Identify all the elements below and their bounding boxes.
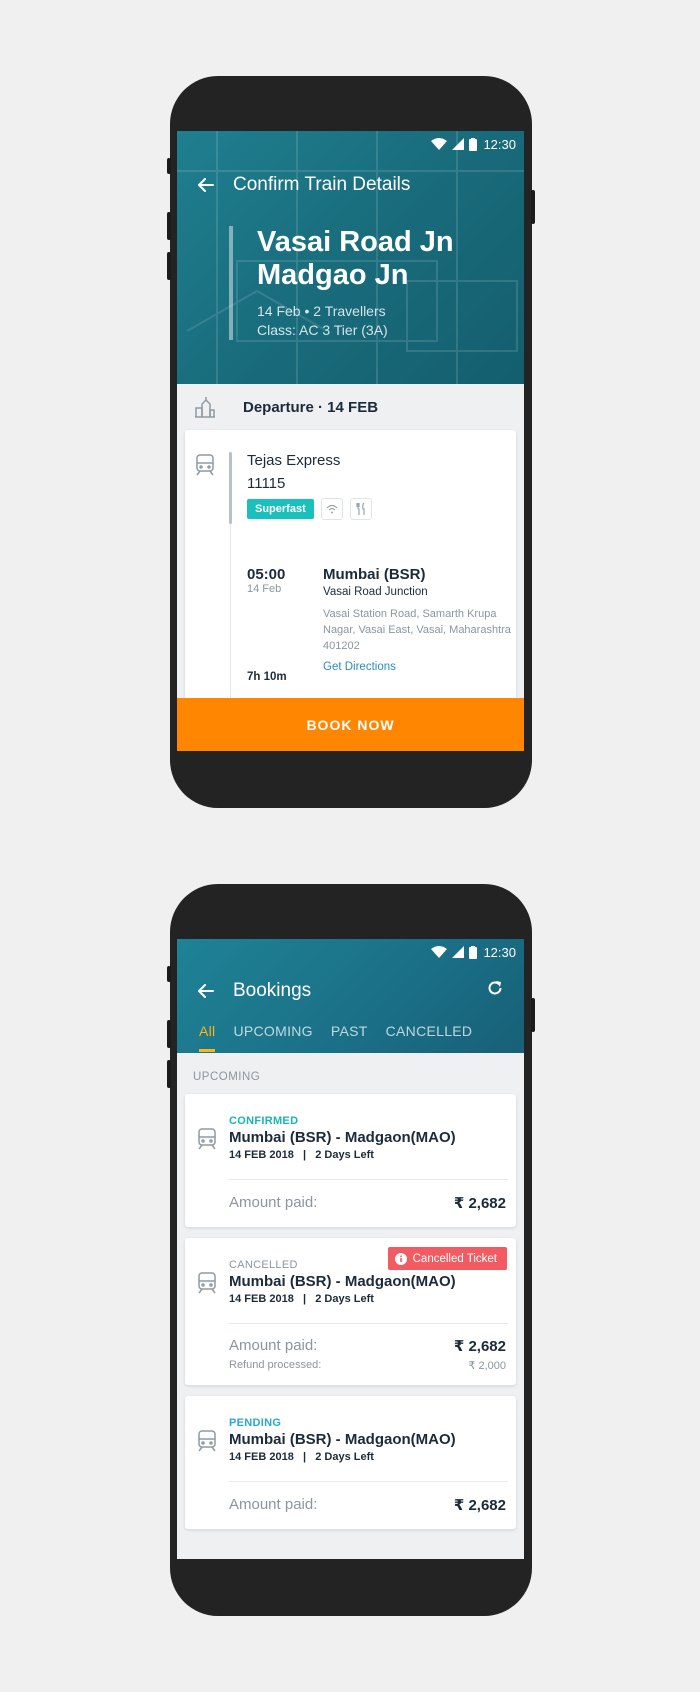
cancelled-ticket-badge: Cancelled Ticket: [387, 1247, 507, 1270]
tab-cancelled[interactable]: CANCELLED: [386, 1015, 473, 1052]
confirm-train-screen: 12:30 Confirm Train Details Vasai Road J…: [177, 131, 524, 751]
booking-date-info: 14 FEB 2018 | 2 Days Left: [229, 1149, 374, 1161]
phone-frame-bookings: 12:30 Bookings All UPCOMING PAST CANCELL…: [167, 884, 535, 1616]
departure-header: Departure · 14 FEB: [177, 385, 524, 429]
section-label: UPCOMING: [193, 1071, 261, 1083]
app-bar: Confirm Train Details: [177, 167, 524, 203]
departure-time: 05:00: [247, 566, 286, 583]
station-address: Vasai Station Road, Samarth Krupa Nagar,…: [323, 608, 511, 652]
page-title: Bookings: [233, 980, 312, 1001]
booking-status: CONFIRMED: [229, 1115, 299, 1127]
booking-card-pending[interactable]: PENDING Mumbai (BSR) - Madgaon(MAO) 14 F…: [185, 1396, 516, 1529]
timeline-marker: [229, 452, 232, 524]
train-number: 11115: [247, 475, 286, 492]
superfast-badge: Superfast: [247, 499, 314, 519]
departure-date: 14 Feb: [247, 583, 282, 595]
back-arrow-icon[interactable]: [193, 172, 219, 198]
route-summary: Vasai Road Jn Madgao Jn 14 Feb • 2 Trave…: [229, 226, 454, 340]
trip-info: 14 Feb • 2 Travellers: [257, 303, 386, 319]
route-destination: Madgao Jn: [257, 259, 409, 291]
battery-icon: [469, 945, 478, 959]
amount-label: Amount paid:: [229, 1496, 318, 1513]
wifi-signal-icon: [431, 138, 448, 150]
booking-tabs: All UPCOMING PAST CANCELLED: [199, 1015, 490, 1052]
bookings-screen: 12:30 Bookings All UPCOMING PAST CANCELL…: [177, 939, 524, 1559]
route-origin: Vasai Road Jn: [257, 226, 454, 258]
wifi-signal-icon: [431, 946, 448, 958]
cancelled-badge-label: Cancelled Ticket: [412, 1252, 497, 1265]
wifi-icon: [320, 498, 343, 520]
get-directions-link[interactable]: Get Directions: [323, 661, 396, 673]
cell-signal-icon: [452, 138, 465, 150]
timeline-line: [230, 524, 231, 714]
refund-amount: ₹ 2,000: [468, 1360, 506, 1372]
booking-date-info: 14 FEB 2018 | 2 Days Left: [229, 1451, 374, 1463]
station-building-icon: [195, 397, 215, 418]
amount-value: ₹ 2,682: [453, 1195, 506, 1212]
food-icon: [349, 498, 372, 520]
booking-route: Mumbai (BSR) - Madgaon(MAO): [229, 1431, 456, 1448]
departure-title: Departure · 14 FEB: [243, 398, 379, 416]
train-name: Tejas Express: [247, 452, 341, 469]
cell-signal-icon: [452, 946, 465, 958]
amount-value: ₹ 2,682: [453, 1338, 506, 1355]
status-bar: 12:30: [177, 131, 524, 157]
booking-status: CANCELLED: [229, 1259, 298, 1271]
phone-frame-confirm: 12:30 Confirm Train Details Vasai Road J…: [167, 76, 535, 808]
book-now-button[interactable]: BOOK NOW: [177, 698, 524, 751]
amount-value: ₹ 2,682: [453, 1497, 506, 1514]
journey-duration: 7h 10m: [247, 671, 287, 683]
status-time: 12:30: [483, 944, 516, 960]
train-icon: [198, 1430, 216, 1452]
class-info: Class: AC 3 Tier (3A): [257, 322, 388, 338]
battery-icon: [469, 137, 478, 151]
refund-label: Refund processed:: [229, 1359, 322, 1371]
tab-past[interactable]: PAST: [331, 1015, 368, 1052]
bookings-header: 12:30 Bookings All UPCOMING PAST CANCELL…: [177, 939, 524, 1053]
divider: [229, 1323, 508, 1324]
tab-upcoming[interactable]: UPCOMING: [233, 1015, 312, 1052]
train-icon: [196, 454, 214, 476]
amount-label: Amount paid:: [229, 1194, 318, 1211]
booking-status: PENDING: [229, 1417, 282, 1429]
train-card: Tejas Express 11115 Superfast 05:00 14 F…: [185, 430, 516, 714]
back-arrow-icon[interactable]: [193, 978, 219, 1004]
booking-card-cancelled[interactable]: Cancelled Ticket CANCELLED Mumbai (BSR) …: [185, 1238, 516, 1385]
divider: [229, 1179, 508, 1180]
train-icon: [198, 1128, 216, 1150]
train-tags: Superfast: [247, 498, 372, 520]
page-title: Confirm Train Details: [233, 174, 411, 195]
station-name: Vasai Road Junction: [323, 586, 428, 598]
hero-header: 12:30 Confirm Train Details Vasai Road J…: [177, 131, 524, 384]
booking-route: Mumbai (BSR) - Madgaon(MAO): [229, 1273, 456, 1290]
station-code: Mumbai (BSR): [323, 566, 426, 583]
info-icon: [394, 1252, 407, 1265]
booking-route: Mumbai (BSR) - Madgaon(MAO): [229, 1129, 456, 1146]
train-icon: [198, 1272, 216, 1294]
divider: [229, 1481, 508, 1482]
app-bar: Bookings: [177, 973, 524, 1009]
tab-all[interactable]: All: [199, 1015, 216, 1052]
status-time: 12:30: [483, 136, 516, 152]
amount-label: Amount paid:: [229, 1337, 318, 1354]
booking-card-confirmed[interactable]: CONFIRMED Mumbai (BSR) - Madgaon(MAO) 14…: [185, 1094, 516, 1227]
status-bar: 12:30: [177, 939, 524, 965]
booking-date-info: 14 FEB 2018 | 2 Days Left: [229, 1293, 374, 1305]
